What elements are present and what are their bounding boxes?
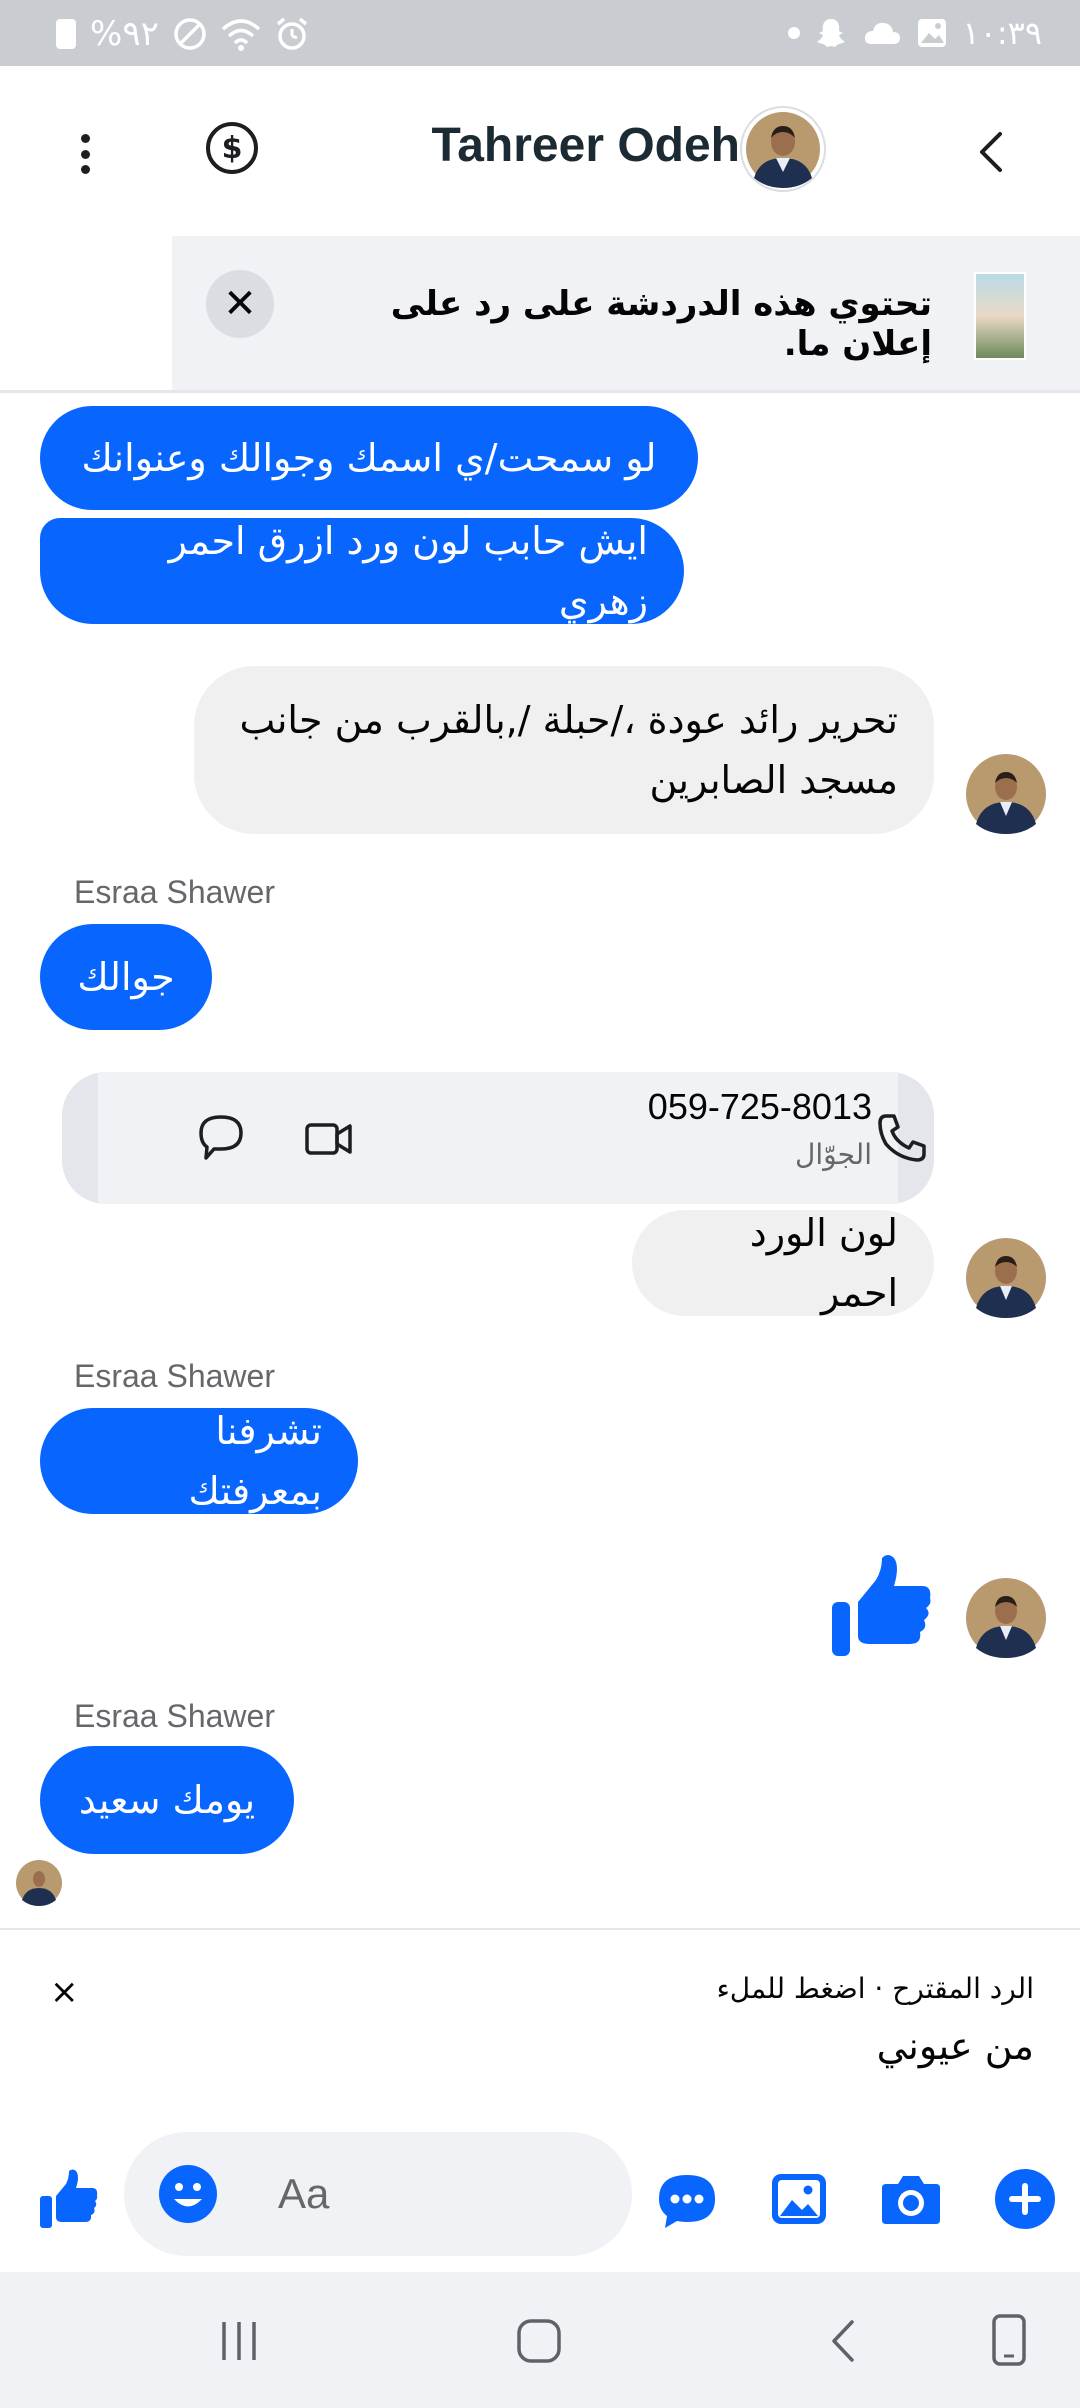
home-icon[interactable]	[514, 2316, 564, 2366]
emoji-icon[interactable]	[158, 2164, 218, 2224]
message-text: ايش حابب لون ورد ازرق احمر زهري	[168, 519, 648, 623]
message-text-line: مسجد الصابرين	[649, 758, 898, 802]
contact-info-card: 059-725-8013 الجوّال	[62, 1072, 934, 1204]
message-icon[interactable]	[196, 1112, 246, 1162]
seen-indicator-avatar	[16, 1860, 62, 1906]
status-bar: %٩٢ ١٠:٣٩	[0, 0, 1080, 66]
sender-name: Esraa Shawer	[74, 1358, 275, 1394]
message-composer: Aa	[0, 2110, 1080, 2270]
thumbs-up-icon[interactable]	[830, 1552, 934, 1658]
system-navigation-bar	[0, 2272, 1080, 2408]
recent-apps-icon[interactable]	[214, 2316, 264, 2366]
payment-dollar-icon[interactable]: $	[206, 122, 258, 174]
contact-avatar-small[interactable]	[966, 754, 1046, 834]
contact-name[interactable]: Tahreer Odeh	[380, 118, 740, 173]
battery-icon	[56, 19, 76, 49]
add-plus-icon[interactable]	[994, 2168, 1056, 2230]
status-icons-left: %٩٢	[56, 14, 309, 54]
conversation-header: $ Tahreer Odeh	[0, 66, 1080, 236]
dnd-icon	[174, 18, 206, 50]
dismiss-suggestion-button[interactable]: ×	[50, 1972, 79, 2012]
message-text: جوالك	[77, 955, 175, 999]
cloud-icon	[865, 22, 901, 44]
message-input-placeholder: Aa	[278, 2170, 330, 2217]
gallery-icon	[918, 19, 947, 47]
sender-name: Esraa Shawer	[74, 874, 275, 910]
message-text: لو سمحت/ي اسمك وجوالك وعنوانك	[81, 436, 657, 480]
message-input[interactable]: Aa	[124, 2132, 632, 2256]
ad-reply-banner: ✕ تحتوي هذه الدردشة على رد على إعلان ما.	[172, 236, 1080, 392]
snapchat-icon	[817, 19, 846, 47]
message-text-line: تحرير رائد عودة ،/حبلة /,بالقرب من جانب	[239, 698, 898, 742]
contact-card-body: 059-725-8013 الجوّال	[98, 1072, 926, 1204]
message-text: لون الورد احمر	[749, 1211, 898, 1315]
ad-thumbnail-image[interactable]	[974, 272, 1026, 360]
battery-percent: %٩٢	[90, 14, 159, 54]
suggested-reply-caption: الرد المقترح · اضغط للملء	[716, 1972, 1034, 2005]
suggested-reply-text[interactable]: من عيوني	[600, 2024, 1034, 2068]
message-bubble-sent[interactable]: تشرفنا بمعرفتك	[40, 1408, 358, 1514]
screen-rotate-icon[interactable]	[984, 2312, 1034, 2368]
back-chevron-icon[interactable]	[968, 122, 1018, 182]
clock-time: ١٠:٣٩	[962, 14, 1042, 52]
more-options-icon[interactable]	[70, 124, 100, 184]
like-send-icon[interactable]	[38, 2168, 100, 2230]
camera-icon[interactable]	[880, 2172, 942, 2226]
suggestion-divider	[0, 1928, 1080, 1930]
phone-call-icon[interactable]	[874, 1110, 930, 1166]
phone-type-label: الجوّال	[795, 1138, 872, 1171]
wifi-icon	[221, 19, 261, 51]
gallery-icon[interactable]	[770, 2172, 828, 2226]
message-bubble-sent[interactable]: ايش حابب لون ورد ازرق احمر زهري	[40, 518, 684, 624]
message-bubble-sent[interactable]: لو سمحت/ي اسمك وجوالك وعنوانك	[40, 406, 698, 510]
message-bubble-received[interactable]: تحرير رائد عودة ،/حبلة /,بالقرب من جانب …	[194, 666, 934, 834]
contact-avatar-small[interactable]	[966, 1238, 1046, 1318]
message-bubble-sent[interactable]: جوالك	[40, 924, 212, 1030]
banner-divider	[0, 390, 1080, 393]
message-bubble-sent[interactable]: يومك سعيد	[40, 1746, 294, 1854]
message-text: يومك سعيد	[78, 1778, 256, 1822]
video-call-icon[interactable]	[304, 1116, 354, 1162]
chat-bubble-icon[interactable]	[656, 2172, 718, 2230]
close-banner-button[interactable]: ✕	[206, 270, 274, 338]
back-nav-icon[interactable]	[818, 2316, 868, 2366]
contact-avatar-small[interactable]	[966, 1578, 1046, 1658]
notification-dot-icon	[788, 27, 801, 39]
message-text: تشرفنا بمعرفتك	[188, 1409, 322, 1513]
status-icons-right: ١٠:٣٩	[788, 14, 1042, 52]
alarm-icon	[276, 17, 307, 50]
message-bubble-received[interactable]: لون الورد احمر	[632, 1210, 934, 1316]
ad-reply-notice: تحتوي هذه الدردشة على رد على إعلان ما.	[390, 284, 932, 364]
sender-name: Esraa Shawer	[74, 1698, 275, 1734]
phone-number[interactable]: 059-725-8013	[598, 1086, 872, 1128]
contact-avatar[interactable]	[740, 106, 826, 192]
